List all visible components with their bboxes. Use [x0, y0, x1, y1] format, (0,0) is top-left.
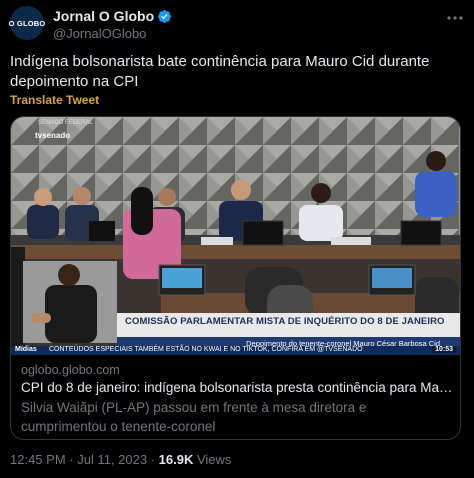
tweet-date[interactable]: Jul 11, 2023	[77, 452, 147, 467]
meta-separator-2: ·	[147, 452, 159, 467]
verified-badge-icon	[158, 9, 172, 23]
lower-third-banner: COMISSÃO PARLAMENTAR MISTA DE INQUÉRITO …	[117, 313, 460, 337]
tweet-header: O GLOBO Jornal O Globo @JornalOGlobo	[8, 5, 464, 41]
card-title[interactable]: CPI do 8 de janeiro: indígena bolsonaris…	[21, 379, 453, 397]
meta-separator: ·	[65, 452, 78, 467]
tweet-text: Indígena bolsonarista bate continência p…	[10, 53, 430, 90]
name-line: Jornal O Globo	[53, 8, 172, 24]
ticker-text: CONTEÚDOS ESPECIAIS TAMBÉM ESTÃO NO KWAI…	[49, 346, 363, 353]
news-ticker: Mídias CONTEÚDOS ESPECIAIS TAMBÉM ESTÃO …	[11, 346, 460, 355]
display-name[interactable]: Jornal O Globo	[53, 8, 154, 24]
card-media-image[interactable]: SENADO FEDERAL tvsenado COMISSÃO PARLAME…	[11, 117, 460, 355]
card-domain: oglobo.globo.com	[21, 363, 120, 377]
link-card[interactable]: SENADO FEDERAL tvsenado COMISSÃO PARLAME…	[10, 116, 461, 440]
ticker-label: Mídias	[15, 346, 37, 353]
handle[interactable]: @JornalOGlobo	[53, 26, 146, 41]
avatar[interactable]: O GLOBO	[8, 6, 46, 40]
views-label: Views	[193, 452, 232, 467]
more-horizontal-icon[interactable]	[446, 11, 464, 25]
avatar-logo-text: O GLOBO	[8, 18, 46, 28]
card-description: Silvia Waiãpi (PL-AP) passou em frente à…	[21, 400, 367, 434]
lower-third-title: COMISSÃO PARLAMENTAR MISTA DE INQUÉRITO …	[125, 316, 445, 327]
tweet-time[interactable]: 12:45 PM	[10, 452, 66, 467]
views-count[interactable]: 16.9K	[159, 452, 194, 467]
ticker-clock: 10:53	[432, 346, 456, 353]
senate-sign-text: SENADO FEDERAL	[38, 120, 93, 126]
tweet-meta: 12:45 PM · Jul 11, 2023 · 16.9K Views	[10, 452, 231, 467]
broadcaster-logo: tvsenado	[35, 131, 71, 140]
translate-tweet-link[interactable]: Translate Tweet	[10, 93, 99, 107]
